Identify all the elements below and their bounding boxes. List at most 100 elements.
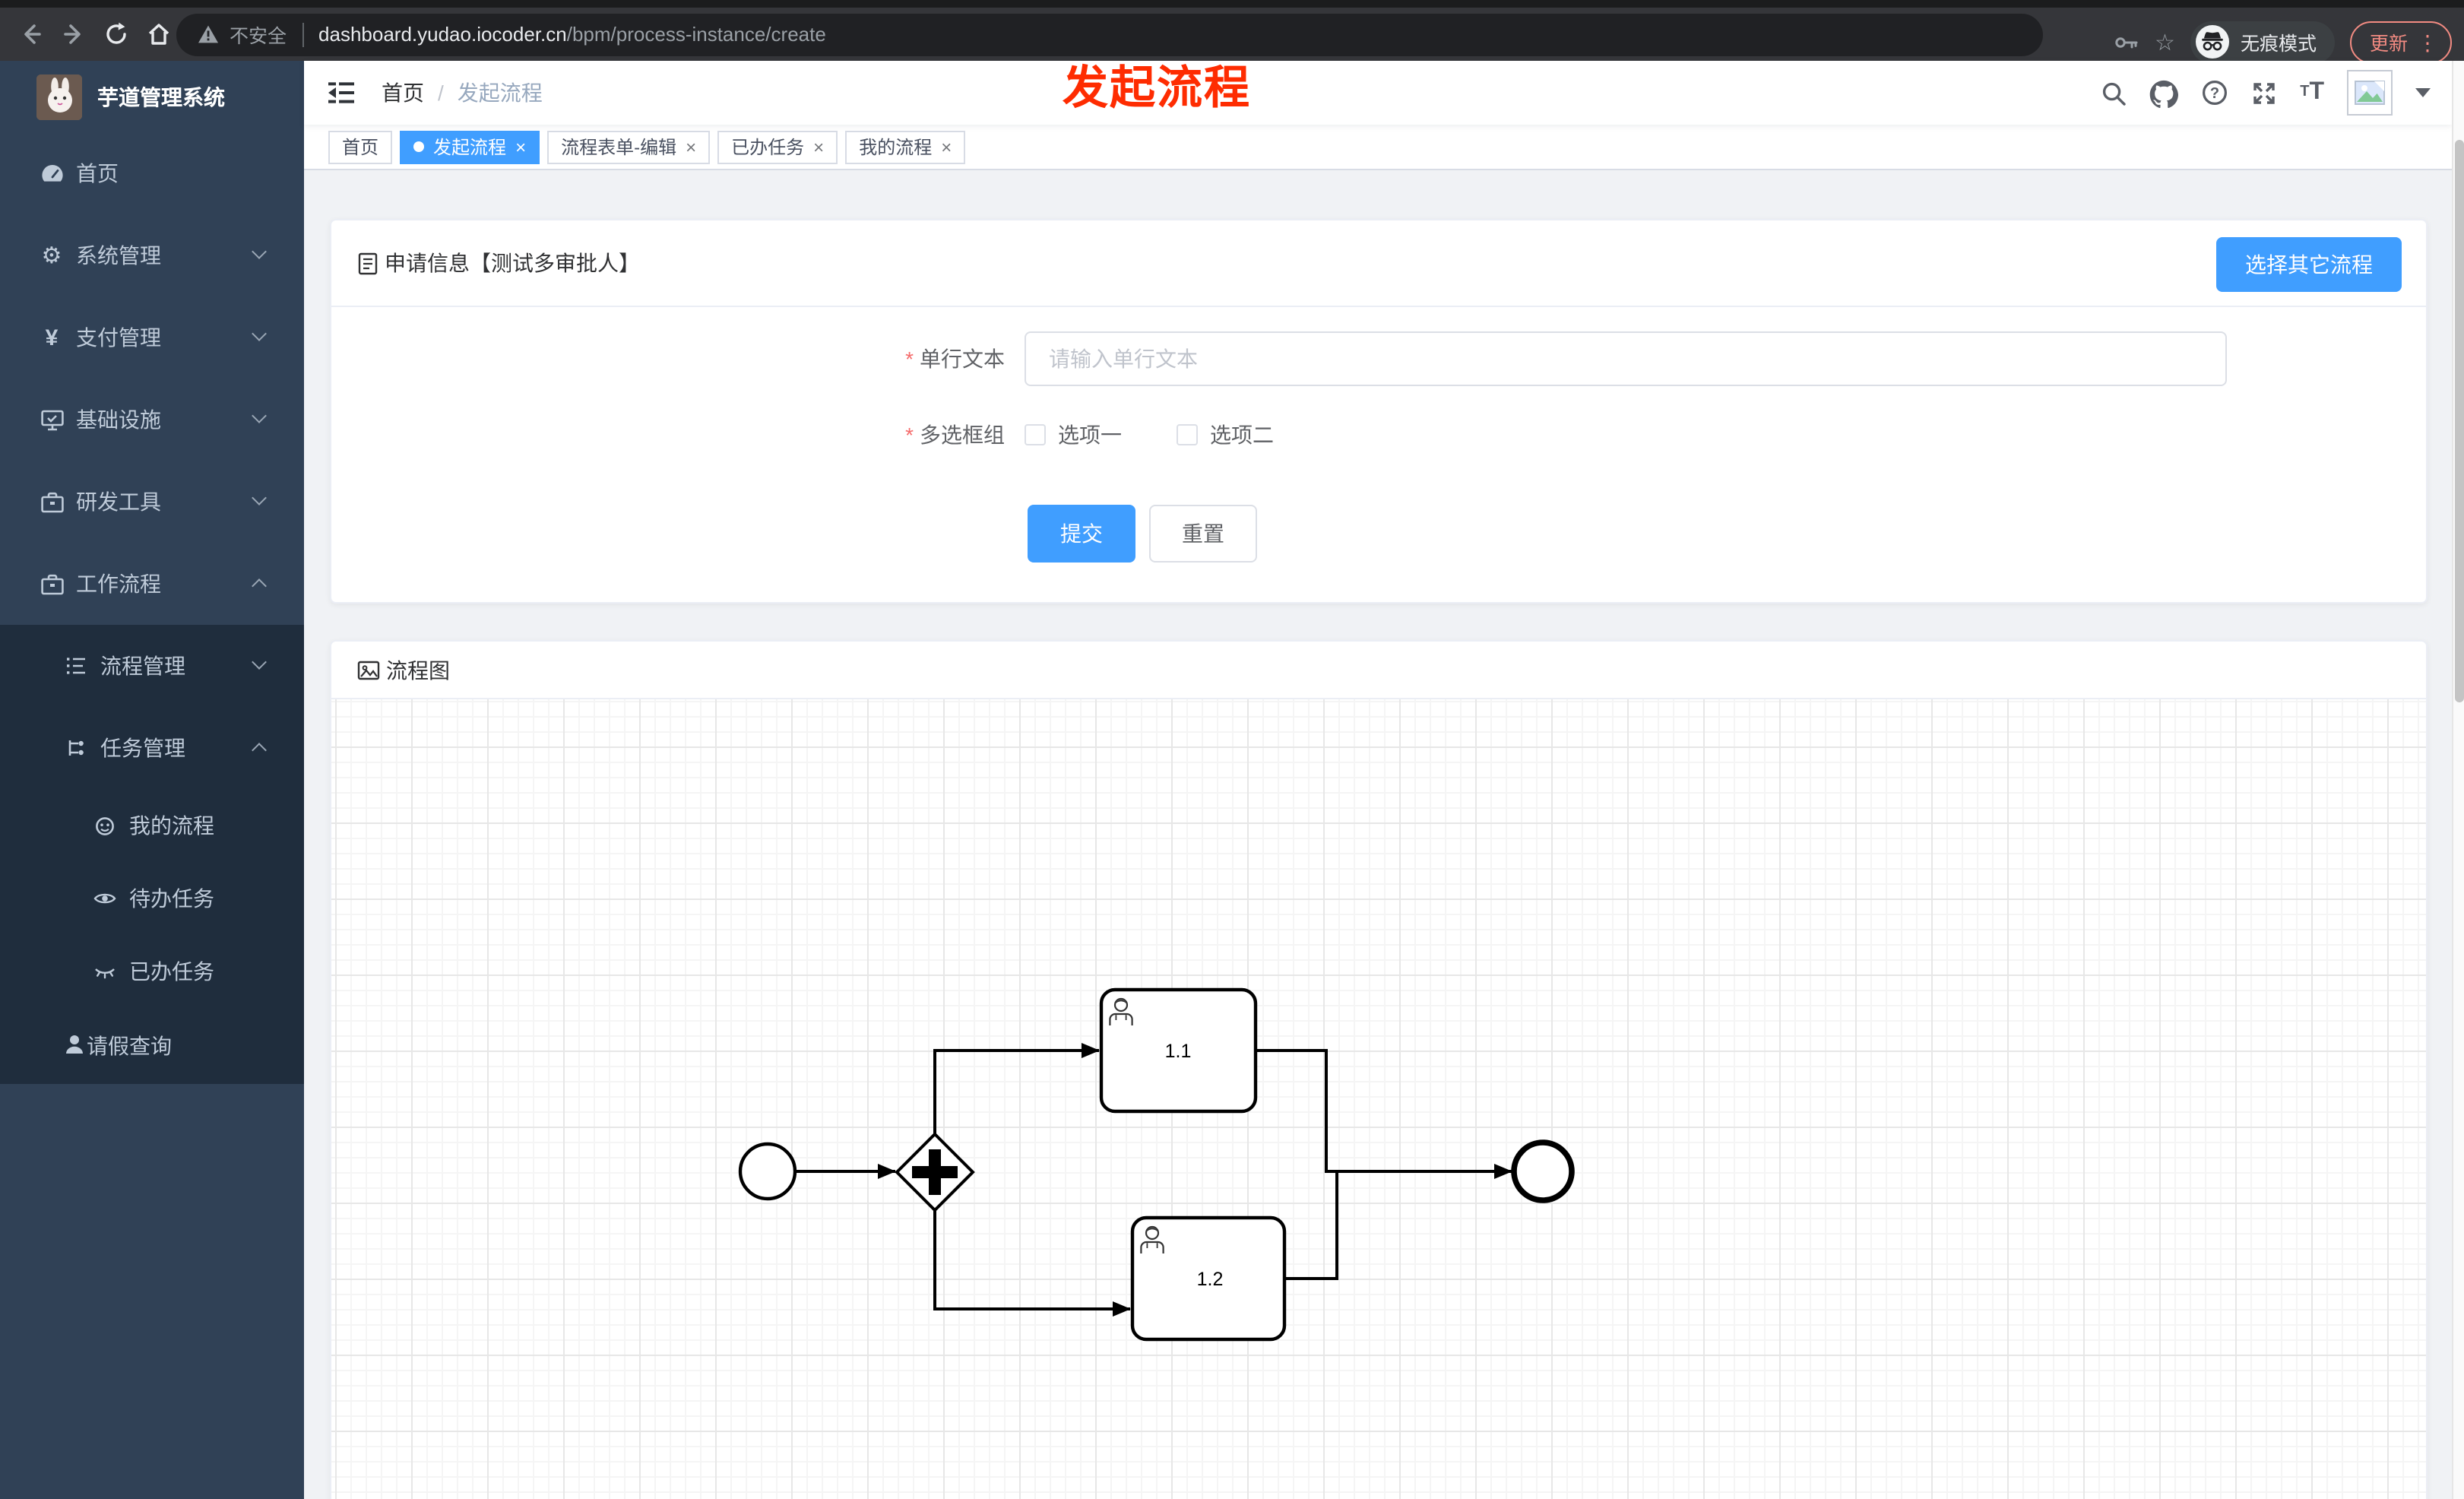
parallel-gateway[interactable]	[895, 1132, 975, 1212]
browser-menu-icon[interactable]: ⋮	[2417, 31, 2438, 52]
task-label: 1.2	[1197, 1269, 1224, 1290]
sidebar-item-my-process[interactable]: 我的流程	[0, 789, 304, 862]
chevron-down-icon	[252, 490, 267, 505]
close-icon[interactable]: ×	[813, 138, 824, 156]
url-separator	[302, 22, 304, 46]
sidebar-item-workflow[interactable]: 工作流程	[0, 543, 304, 625]
sidebar: 芋道管理系统 首页 ⚙ 系统管理 ¥ 支付管理 基础设施 研发工具 工作流程 流…	[0, 61, 304, 1499]
sidebar-item-label: 请假查询	[87, 1034, 172, 1058]
fullscreen-icon[interactable]	[2251, 80, 2277, 106]
document-icon	[357, 252, 378, 274]
choose-other-process-button[interactable]: 选择其它流程	[2216, 237, 2402, 292]
tag-done-tasks[interactable]: 已办任务 ×	[717, 130, 838, 163]
chevron-down-icon	[252, 244, 267, 259]
breadcrumb-home[interactable]: 首页	[382, 78, 424, 108]
card-title: 申请信息【测试多审批人】	[385, 251, 640, 275]
chevron-down-icon	[252, 408, 267, 423]
end-event[interactable]	[1511, 1139, 1575, 1203]
forward-icon[interactable]	[52, 13, 94, 55]
checkbox-label[interactable]: 选项二	[1210, 420, 1274, 450]
warning-icon	[198, 24, 219, 44]
sidebar-item-devtools[interactable]: 研发工具	[0, 461, 304, 543]
sidebar-item-label: 首页	[76, 161, 119, 185]
app-window: 芋道管理系统 首页 ⚙ 系统管理 ¥ 支付管理 基础设施 研发工具 工作流程 流…	[0, 61, 2464, 1499]
sidebar-item-label: 流程管理	[100, 654, 185, 678]
scrollbar-thumb[interactable]	[2455, 140, 2464, 702]
reload-icon[interactable]	[94, 13, 137, 55]
sidebar-item-system[interactable]: ⚙ 系统管理	[0, 214, 304, 296]
close-icon[interactable]: ×	[515, 138, 526, 156]
collapse-sidebar-icon[interactable]	[327, 81, 356, 105]
github-icon[interactable]	[2149, 78, 2179, 107]
logo-avatar	[36, 74, 82, 119]
sidebar-item-label: 我的流程	[129, 813, 214, 838]
security-label[interactable]: 不安全	[230, 20, 287, 49]
breadcrumb-separator: /	[438, 81, 444, 105]
tag-form-edit[interactable]: 流程表单-编辑 ×	[547, 130, 711, 163]
task-label: 1.1	[1165, 1041, 1192, 1062]
submit-button[interactable]: 提交	[1028, 505, 1135, 563]
browser-toolbar: 不安全 dashboard.yudao.iocoder.cn/bpm/proce…	[0, 8, 2464, 63]
field-label: * 单行文本	[905, 347, 1005, 371]
sidebar-item-home[interactable]: 首页	[0, 132, 304, 214]
checkbox-label[interactable]: 选项一	[1058, 420, 1122, 450]
bpmn-canvas[interactable]: 1.1 1.2	[331, 699, 2426, 1499]
tag-home[interactable]: 首页	[328, 130, 393, 163]
sidebar-item-payment[interactable]: ¥ 支付管理	[0, 296, 304, 379]
sidebar-item-label: 已办任务	[129, 959, 214, 984]
tag-my-process[interactable]: 我的流程 ×	[845, 130, 966, 163]
avatar[interactable]	[2347, 70, 2393, 116]
sidebar-logo[interactable]: 芋道管理系统	[0, 61, 304, 132]
card-header: 申请信息【测试多审批人】 选择其它流程	[331, 220, 2426, 307]
user-icon	[62, 1032, 87, 1060]
reset-button[interactable]: 重置	[1149, 505, 1257, 563]
apply-info-card: 申请信息【测试多审批人】 选择其它流程 *单行文本 *多选框组 选项一	[330, 219, 2428, 604]
sidebar-item-task-mgmt[interactable]: 任务管理	[0, 707, 304, 789]
header-actions: ? TT	[2101, 61, 2431, 125]
tags-view-bar: 首页 发起流程 × 流程表单-编辑 × 已办任务 × 我的流程 ×	[304, 125, 2452, 170]
bpmn-diagram: 1.1 1.2	[738, 987, 1575, 1342]
url-text[interactable]: dashboard.yudao.iocoder.cn/bpm/process-i…	[318, 23, 826, 46]
sidebar-item-label: 待办任务	[129, 886, 214, 911]
sidebar-item-todo-tasks[interactable]: 待办任务	[0, 862, 304, 935]
avatar-caret-icon[interactable]	[2415, 88, 2431, 97]
bookmark-star-icon[interactable]: ☆	[2155, 28, 2175, 55]
search-icon[interactable]	[2101, 80, 2127, 106]
briefcase-icon	[38, 488, 65, 515]
checkbox-option2[interactable]	[1177, 424, 1198, 445]
help-icon[interactable]: ?	[2201, 79, 2228, 106]
chevron-up-icon	[252, 578, 267, 594]
monitor-icon	[38, 406, 65, 433]
url-bar[interactable]: 不安全 dashboard.yudao.iocoder.cn/bpm/proce…	[176, 13, 2043, 55]
key-icon[interactable]	[2112, 28, 2139, 55]
eye-closed-icon	[91, 959, 117, 984]
checkbox-option1[interactable]	[1025, 424, 1046, 445]
sidebar-item-label: 系统管理	[76, 243, 161, 268]
back-icon[interactable]	[9, 13, 52, 55]
yen-icon: ¥	[45, 325, 59, 350]
active-dot	[413, 141, 425, 152]
single-line-text-input[interactable]	[1025, 331, 2227, 386]
app-title: 芋道管理系统	[97, 84, 225, 109]
sidebar-item-process-mgmt[interactable]: 流程管理	[0, 625, 304, 707]
form-actions: 提交 重置	[331, 505, 2426, 563]
incognito-badge: 无痕模式	[2190, 21, 2335, 63]
start-event[interactable]	[738, 1142, 797, 1201]
page-content: 申请信息【测试多审批人】 选择其它流程 *单行文本 *多选框组 选项一	[304, 172, 2452, 1499]
home-icon[interactable]	[137, 13, 179, 55]
tag-start-process[interactable]: 发起流程 ×	[400, 130, 540, 163]
page-scrollbar[interactable]	[2452, 61, 2464, 1499]
font-size-icon[interactable]: TT	[2300, 80, 2324, 105]
sidebar-item-infra[interactable]: 基础设施	[0, 379, 304, 461]
user-task-1-2[interactable]: 1.2	[1130, 1215, 1287, 1342]
update-button[interactable]: 更新 ⋮	[2349, 21, 2452, 63]
chevron-up-icon	[252, 743, 267, 758]
close-icon[interactable]: ×	[941, 138, 952, 156]
list-tree-icon	[62, 653, 88, 679]
close-icon[interactable]: ×	[686, 138, 696, 156]
chevron-down-icon	[252, 654, 267, 670]
sidebar-item-done-tasks[interactable]: 已办任务	[0, 935, 304, 1008]
sidebar-item-leave-query[interactable]: 请假查询	[0, 1008, 304, 1084]
sidebar-item-label: 基础设施	[76, 407, 161, 432]
user-task-1-1[interactable]: 1.1	[1099, 987, 1258, 1114]
